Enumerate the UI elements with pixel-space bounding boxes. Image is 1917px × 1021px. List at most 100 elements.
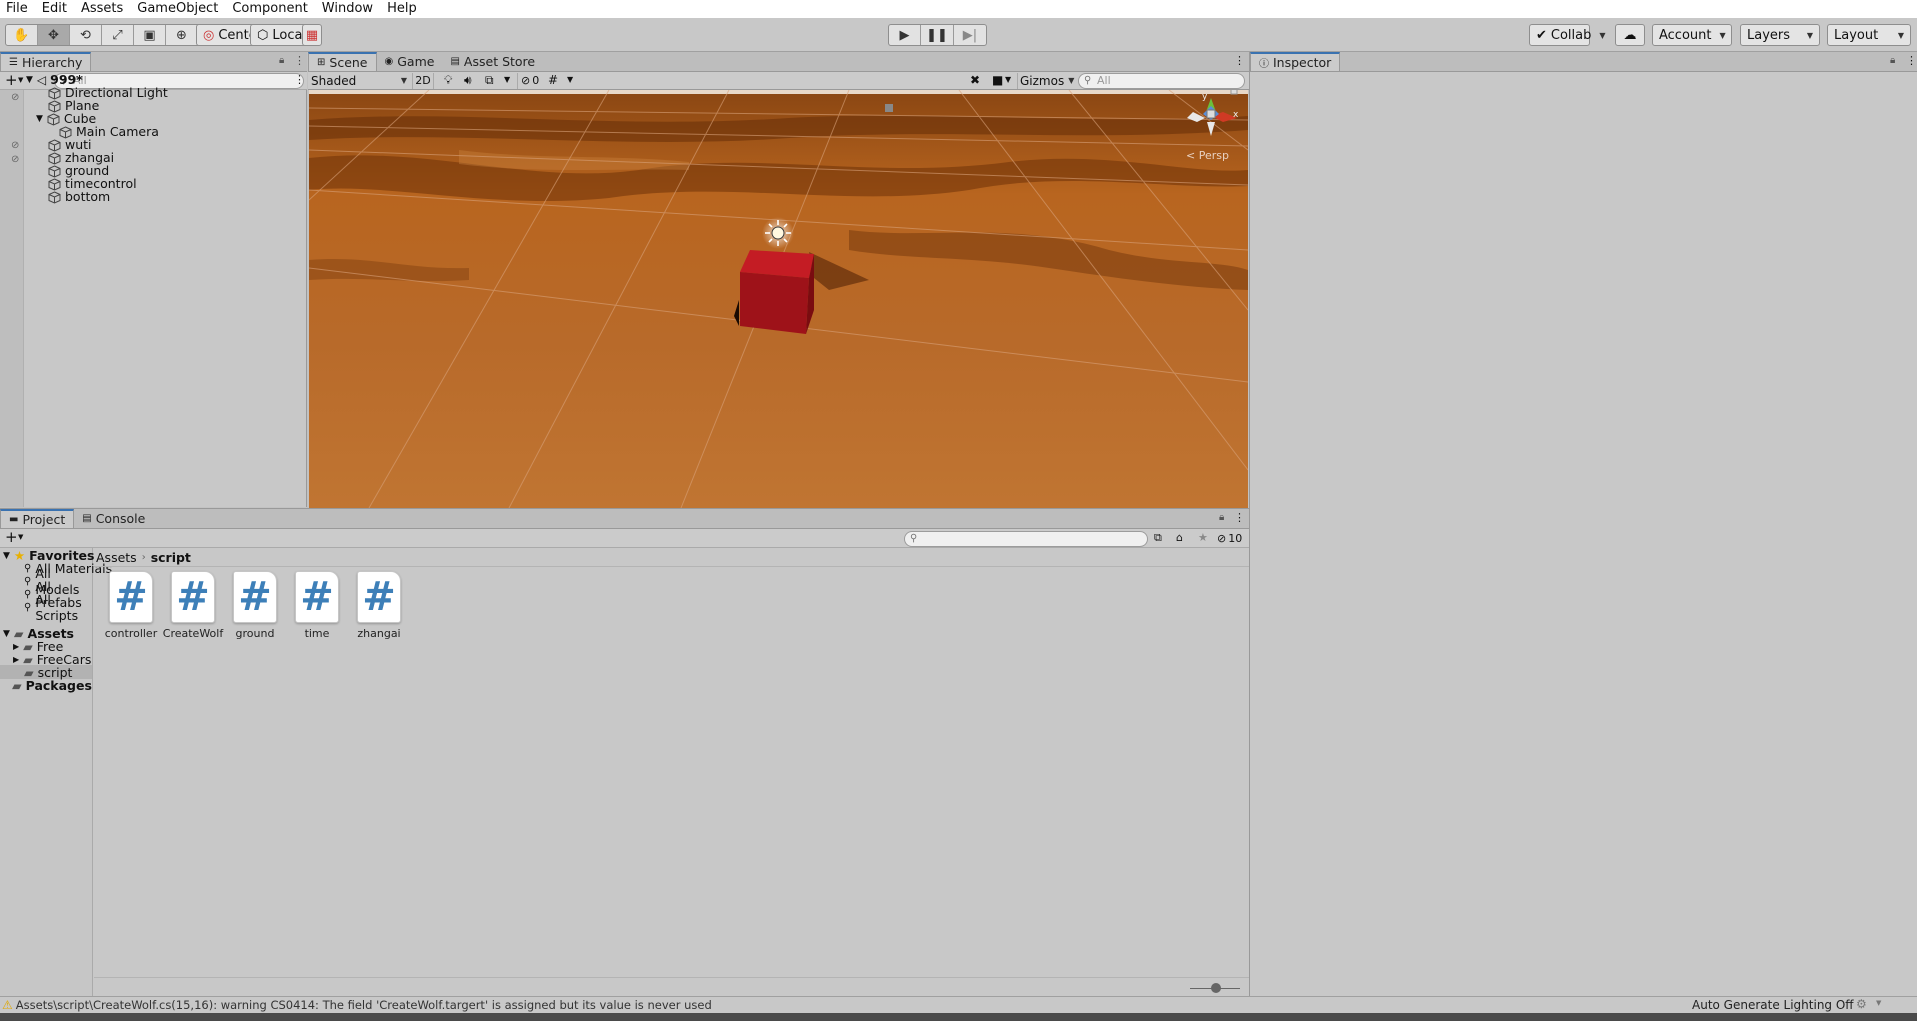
hierarchy-item-bottom[interactable]: bottom <box>48 189 110 205</box>
hidden-eye-icon[interactable]: ⊘ <box>11 154 19 165</box>
lighting-status: Auto Generate Lighting Off <box>1692 998 1854 1012</box>
script-asset[interactable]: # CreateWolf <box>162 571 224 640</box>
transform-icon[interactable]: ⊕ <box>166 25 198 45</box>
status-warning-text[interactable]: Assets\script\CreateWolf.cs(15,16): warn… <box>16 998 712 1012</box>
menu-window[interactable]: Window <box>315 0 380 18</box>
rotate-icon[interactable]: ⟲ <box>70 25 102 45</box>
tab-project[interactable]: ▬ Project <box>0 509 75 528</box>
hidden-eye-icon[interactable]: ⊘ <box>11 92 19 103</box>
kebab-menu-icon[interactable]: ⋮ <box>1234 54 1245 67</box>
favorite-item[interactable]: ⚲ All Scripts <box>24 592 92 623</box>
pause-icon[interactable]: ❚❚ <box>921 25 954 45</box>
menu-gameobject[interactable]: GameObject <box>130 0 225 18</box>
cloud-icon[interactable]: ☁ <box>1615 24 1645 46</box>
hidden-eye-icon[interactable]: ⊘ <box>11 140 19 151</box>
store-icon: ▤ <box>450 56 460 67</box>
progress-icon[interactable]: ⚙ <box>1856 997 1867 1011</box>
check-icon: ✔ <box>1536 27 1547 43</box>
camera-icon[interactable]: ■ <box>992 73 1003 87</box>
info-icon: ⓘ <box>1259 59 1269 70</box>
chevron-down-icon[interactable]: ▼ <box>1005 75 1011 84</box>
kebab-menu-icon[interactable]: ⋮ <box>294 54 305 67</box>
grid-snap-icon[interactable]: # <box>548 73 558 87</box>
hidden-count: 10 <box>1228 532 1243 545</box>
script-glyph: # <box>362 574 396 620</box>
hidden-objects-toggle[interactable]: ⊘ 0 <box>517 73 539 89</box>
menu-assets[interactable]: Assets <box>74 0 130 18</box>
move-icon[interactable]: ✥ <box>38 25 70 45</box>
axis-y-label: y <box>1202 92 1208 102</box>
scene-viewport[interactable]: y x < Persp <box>309 90 1248 508</box>
chevron-down-icon[interactable]: ▼ <box>18 533 23 541</box>
rect-icon[interactable]: ▣ <box>134 25 166 45</box>
project-search-input[interactable]: ⚲ <box>904 531 1148 547</box>
breadcrumb-assets[interactable]: Assets <box>96 550 137 565</box>
asset-label: time <box>304 627 330 640</box>
projection-label[interactable]: < Persp <box>1186 149 1229 162</box>
menu-file[interactable]: File <box>0 0 35 18</box>
scale-icon[interactable]: ⤢ <box>102 25 134 45</box>
2d-toggle[interactable]: 2D <box>412 73 434 89</box>
kebab-menu-icon[interactable]: ⋮ <box>1234 511 1245 524</box>
layers-dropdown[interactable]: Layers ▼ <box>1740 24 1820 46</box>
lightbulb-icon[interactable]: 💡︎ <box>444 73 452 88</box>
lock-icon[interactable]: 🔒︎ <box>1890 55 1895 66</box>
tab-game[interactable]: ◉ Game <box>377 52 443 71</box>
tag-icon[interactable]: ⌂ <box>1176 531 1183 544</box>
icon-size-slider-handle[interactable] <box>1211 983 1221 993</box>
lock-icon[interactable]: 🔒︎ <box>279 55 284 66</box>
eye-slash-icon: ⊘ <box>1217 532 1227 545</box>
scene-render <box>309 90 1248 508</box>
kebab-menu-icon[interactable]: ⋮ <box>1906 54 1917 67</box>
step-icon[interactable]: ▶| <box>954 25 986 45</box>
script-asset[interactable]: # zhangai <box>348 571 410 640</box>
chevron-down-icon[interactable]: ▼ <box>36 111 43 127</box>
tab-label: Scene <box>329 55 368 70</box>
play-icon[interactable]: ▶ <box>889 25 921 45</box>
hidden-packages-toggle[interactable]: ⊘ 10 <box>1217 531 1242 547</box>
tab-hierarchy[interactable]: ☰ Hierarchy <box>0 52 92 71</box>
gizmos-dropdown[interactable]: Gizmos ▼ <box>1017 73 1074 89</box>
menu-help[interactable]: Help <box>380 0 424 18</box>
script-asset[interactable]: # time <box>286 571 348 640</box>
effects-icon[interactable]: ⧉ <box>485 73 494 88</box>
search-icon: ⚲ <box>910 533 918 544</box>
chevron-down-icon[interactable]: ▼ <box>504 75 510 84</box>
tools-icon[interactable]: ✖ <box>970 73 980 87</box>
chevron-down-icon[interactable]: ▼ <box>18 76 23 84</box>
tab-inspector[interactable]: ⓘ Inspector <box>1250 52 1341 71</box>
taskbar-edge <box>0 1013 1917 1021</box>
shading-mode-dropdown[interactable]: Shaded ▼ <box>311 73 407 89</box>
collab-dropdown[interactable]: ✔ Collab ▼ <box>1529 24 1606 46</box>
breadcrumb-script[interactable]: script <box>151 550 191 565</box>
chevron-down-icon[interactable]: ▼ <box>1876 999 1881 1007</box>
tab-scene[interactable]: ⊞ Scene <box>308 52 377 71</box>
kebab-menu-icon[interactable]: ⋮ <box>294 73 305 86</box>
script-asset[interactable]: # ground <box>224 571 286 640</box>
account-dropdown[interactable]: Account ▼ <box>1652 24 1732 46</box>
tab-console[interactable]: ▤ Console <box>74 509 153 528</box>
script-asset[interactable]: # controller <box>100 571 162 640</box>
add-icon[interactable]: + <box>5 72 18 89</box>
add-icon[interactable]: + <box>5 529 18 546</box>
layout-dropdown[interactable]: Layout ▼ <box>1827 24 1911 46</box>
chevron-down-icon[interactable]: ▼ <box>26 72 33 88</box>
lock-icon[interactable]: 🔒︎ <box>1219 512 1224 523</box>
audio-icon[interactable]: 🔊︎ <box>464 73 472 88</box>
hand-icon[interactable]: ✋ <box>6 25 38 45</box>
item-label: bottom <box>65 189 111 204</box>
menu-edit[interactable]: Edit <box>35 0 74 18</box>
menu-component[interactable]: Component <box>225 0 314 18</box>
shading-label: Shaded <box>311 74 357 88</box>
packages-folder[interactable]: ▰ Packages <box>12 678 92 694</box>
project-footer <box>94 977 1249 997</box>
asset-label: CreateWolf <box>162 627 224 640</box>
filter-type-icon[interactable]: ⧉ <box>1154 531 1162 545</box>
snap-icon[interactable]: ▦ <box>302 24 322 46</box>
star-icon[interactable]: ★ <box>1198 531 1208 544</box>
chevron-down-icon[interactable]: ▼ <box>567 75 573 84</box>
tab-asset-store[interactable]: ▤ Asset Store <box>442 52 543 71</box>
script-glyph: # <box>176 574 210 620</box>
scene-search-input[interactable]: ⚲ All <box>1078 73 1245 89</box>
scene-tabstrip: ⊞ Scene ◉ Game ▤ Asset Store ⋮ <box>308 52 1249 72</box>
